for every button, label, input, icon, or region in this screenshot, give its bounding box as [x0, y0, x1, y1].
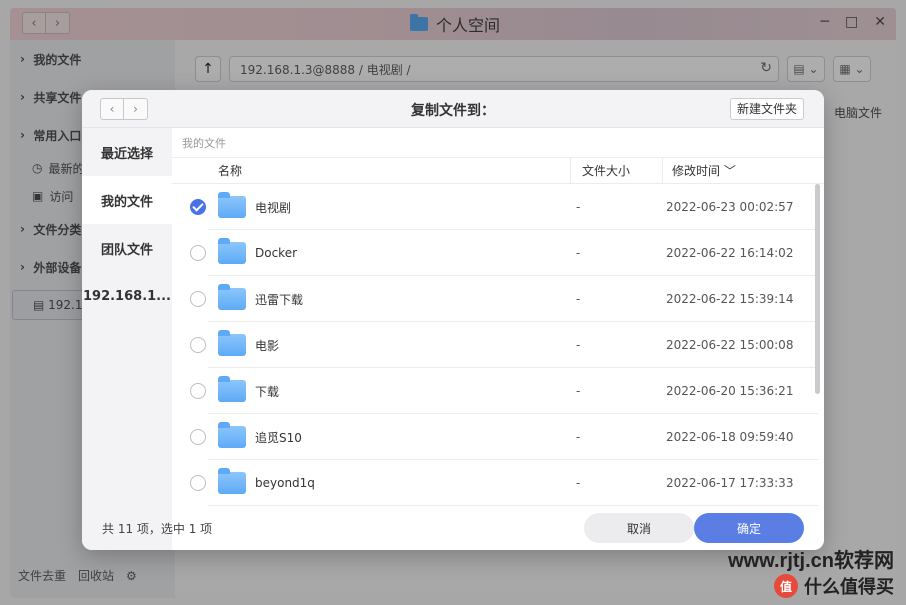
dialog-sidebar: 最近选择 我的文件 团队文件 192.168.1...: [82, 128, 172, 550]
folder-name: Docker: [255, 246, 298, 260]
folder-name: 下载: [255, 384, 280, 399]
dialog-sidebar-recent[interactable]: 最近选择: [82, 128, 172, 176]
select-radio[interactable]: [190, 199, 206, 215]
folder-size: -: [576, 476, 581, 490]
folder-size: -: [576, 430, 581, 444]
dialog-sidebar-ip[interactable]: 192.168.1...: [82, 272, 172, 320]
select-radio[interactable]: [190, 475, 206, 491]
table-row[interactable]: 电影 - 2022-06-22 15:00:08: [172, 322, 824, 368]
table-row[interactable]: 下载 - 2022-06-20 15:36:21: [172, 368, 824, 414]
folder-time: 2022-06-22 15:39:14: [666, 292, 794, 306]
folder-size: -: [576, 338, 581, 352]
folder-icon: [218, 330, 246, 356]
column-size[interactable]: 文件大小: [582, 162, 630, 179]
folder-size: -: [576, 384, 581, 398]
folder-size: -: [576, 292, 581, 306]
folder-icon: [218, 468, 246, 494]
folder-time: 2022-06-22 16:14:02: [666, 246, 794, 260]
select-radio[interactable]: [190, 337, 206, 353]
dialog-sidebar-team[interactable]: 团队文件: [82, 224, 172, 272]
select-radio[interactable]: [190, 291, 206, 307]
folder-name: 迅雷下载: [255, 292, 304, 307]
watermark-brand: 值 什么值得买: [728, 573, 894, 599]
table-row[interactable]: Docker - 2022-06-22 16:14:02: [172, 230, 824, 276]
dialog-body: 我的文件 名称 文件大小 修改时间 ﹀ 电视剧 - 2022-06-23 00:02…: [172, 128, 824, 550]
dialog-header: ‹ › 复制文件到： 新建文件夹: [82, 90, 824, 128]
folder-icon: [218, 192, 246, 218]
select-radio[interactable]: [190, 245, 206, 261]
confirm-button[interactable]: 确定: [694, 513, 804, 543]
cancel-button[interactable]: 取消: [584, 513, 694, 543]
folder-size: -: [576, 200, 581, 214]
selection-count: 共 11 项，选中 1 项: [102, 521, 213, 536]
folder-name: 电影: [255, 338, 280, 353]
table-row[interactable]: 电视剧 - 2022-06-23 00:02:57: [172, 184, 824, 230]
folder-time: 2022-06-17 17:33:33: [666, 476, 794, 490]
table-row[interactable]: 追觅S10 - 2022-06-18 09:59:40: [172, 414, 824, 460]
folder-time: 2022-06-18 09:59:40: [666, 430, 794, 444]
folder-name: 追觅S10: [255, 430, 302, 445]
dialog-title: 复制文件到：: [411, 103, 495, 119]
brand-logo-icon: 值: [774, 574, 798, 598]
folder-name: 电视剧: [255, 200, 292, 215]
folder-name: beyond1q: [255, 476, 315, 490]
table-header: 名称 文件大小 修改时间 ﹀: [172, 158, 824, 184]
column-divider: [570, 158, 571, 183]
folder-time: 2022-06-23 00:02:57: [666, 200, 794, 214]
dialog-sidebar-my-files[interactable]: 我的文件: [82, 176, 172, 224]
new-folder-button[interactable]: 新建文件夹: [729, 98, 804, 120]
folder-time: 2022-06-20 15:36:21: [666, 384, 794, 398]
scrollbar[interactable]: [815, 184, 820, 394]
watermark-brand-text: 什么值得买: [804, 577, 894, 598]
breadcrumb[interactable]: 我的文件: [172, 128, 824, 158]
copy-dialog: ‹ › 复制文件到： 新建文件夹 最近选择 我的文件 团队文件 192.168.…: [82, 90, 824, 550]
folder-list: 电视剧 - 2022-06-23 00:02:57 Docker - 2022-06-22…: [172, 184, 824, 506]
folder-icon: [218, 422, 246, 448]
watermark: www.rjtj.cn软荐网 值 什么值得买: [728, 544, 894, 599]
folder-time: 2022-06-22 15:00:08: [666, 338, 794, 352]
watermark-site: www.rjtj.cn软荐网: [728, 550, 894, 572]
column-name[interactable]: 名称: [218, 162, 242, 179]
folder-icon: [218, 238, 246, 264]
folder-icon: [218, 284, 246, 310]
select-radio[interactable]: [190, 429, 206, 445]
table-row[interactable]: 迅雷下载 - 2022-06-22 15:39:14: [172, 276, 824, 322]
table-row[interactable]: beyond1q - 2022-06-17 17:33:33: [172, 460, 824, 506]
column-divider: [662, 158, 663, 183]
select-radio[interactable]: [190, 383, 206, 399]
column-time[interactable]: 修改时间 ﹀: [672, 162, 736, 179]
folder-icon: [218, 376, 246, 402]
folder-size: -: [576, 246, 581, 260]
dialog-footer: 共 11 项，选中 1 项 取消 确定: [82, 506, 824, 550]
